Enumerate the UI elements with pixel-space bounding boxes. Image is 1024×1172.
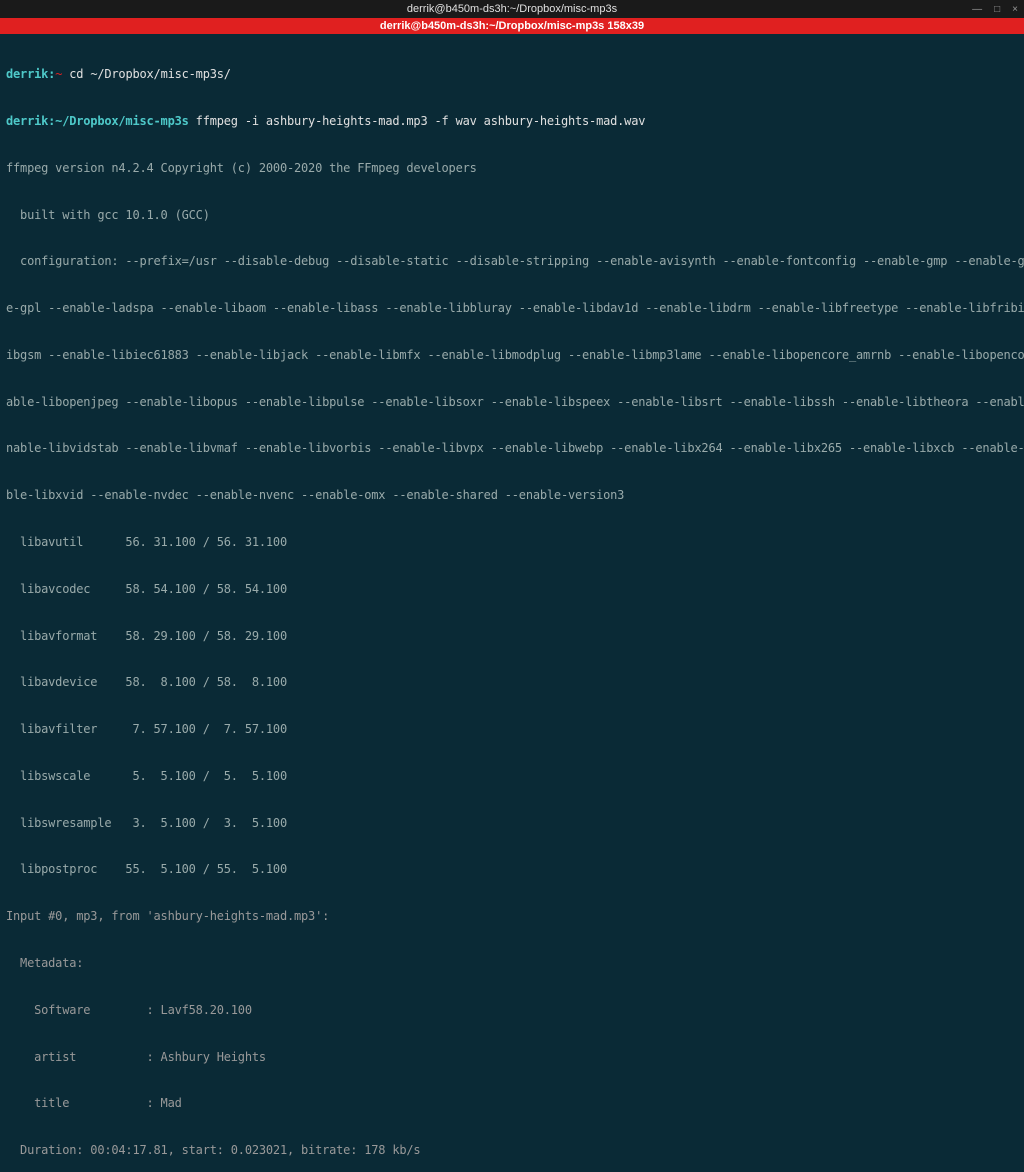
output-line: e-gpl --enable-ladspa --enable-libaom --… xyxy=(6,301,1018,317)
output-line: Input #0, mp3, from 'ashbury-heights-mad… xyxy=(6,909,1018,925)
output-line: title : Mad xyxy=(6,1096,1018,1112)
output-line: ble-libxvid --enable-nvdec --enable-nven… xyxy=(6,488,1018,504)
output-line: libavutil 56. 31.100 / 56. 31.100 xyxy=(6,535,1018,551)
output-line: libswscale 5. 5.100 / 5. 5.100 xyxy=(6,769,1018,785)
output-line: libavcodec 58. 54.100 / 58. 54.100 xyxy=(6,582,1018,598)
command-ffmpeg: ffmpeg -i ashbury-heights-mad.mp3 -f wav… xyxy=(189,114,646,128)
maximize-button[interactable]: □ xyxy=(994,3,1000,16)
close-button[interactable]: × xyxy=(1012,3,1018,16)
output-line: nable-libvidstab --enable-libvmaf --enab… xyxy=(6,441,1018,457)
output-line: ibgsm --enable-libiec61883 --enable-libj… xyxy=(6,348,1018,364)
minimize-button[interactable]: — xyxy=(972,3,982,16)
prompt-user-host-path: derrik:~/Dropbox/misc-mp3s xyxy=(6,114,189,128)
output-line: libavdevice 58. 8.100 / 58. 8.100 xyxy=(6,675,1018,691)
window-controls: — □ × xyxy=(972,3,1018,16)
output-line: able-libopenjpeg --enable-libopus --enab… xyxy=(6,395,1018,411)
terminal-output[interactable]: derrik:~ cd ~/Dropbox/misc-mp3s/ derrik:… xyxy=(0,34,1024,1172)
output-line: artist : Ashbury Heights xyxy=(6,1050,1018,1066)
window-titlebar: derrik@b450m-ds3h:~/Dropbox/misc-mp3s — … xyxy=(0,0,1024,18)
tab-label: derrik@b450m-ds3h:~/Dropbox/misc-mp3s 15… xyxy=(380,19,644,33)
output-line: configuration: --prefix=/usr --disable-d… xyxy=(6,254,1018,270)
output-line: Duration: 00:04:17.81, start: 0.023021, … xyxy=(6,1143,1018,1159)
output-line: libavformat 58. 29.100 / 58. 29.100 xyxy=(6,629,1018,645)
command-cd: cd ~/Dropbox/misc-mp3s/ xyxy=(62,67,231,81)
output-line: Software : Lavf58.20.100 xyxy=(6,1003,1018,1019)
output-line: built with gcc 10.1.0 (GCC) xyxy=(6,208,1018,224)
output-line: libavfilter 7. 57.100 / 7. 57.100 xyxy=(6,722,1018,738)
output-line: Metadata: xyxy=(6,956,1018,972)
output-line: libswresample 3. 5.100 / 3. 5.100 xyxy=(6,816,1018,832)
window-title: derrik@b450m-ds3h:~/Dropbox/misc-mp3s xyxy=(407,2,617,16)
output-line: ffmpeg version n4.2.4 Copyright (c) 2000… xyxy=(6,161,1018,177)
output-line: libpostproc 55. 5.100 / 55. 5.100 xyxy=(6,862,1018,878)
terminal-tab[interactable]: derrik@b450m-ds3h:~/Dropbox/misc-mp3s 15… xyxy=(0,18,1024,34)
prompt-user-host: derrik: xyxy=(6,67,55,81)
